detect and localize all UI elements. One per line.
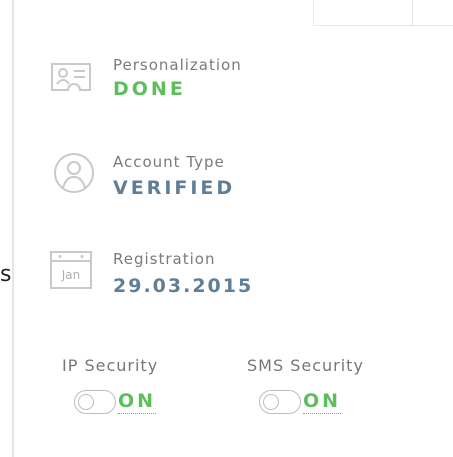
ip-security-toggle[interactable]: [74, 390, 116, 414]
id-card-icon: [48, 52, 94, 98]
sms-security-toggle[interactable]: [259, 390, 301, 414]
toggle-knob: [78, 394, 94, 410]
top-tab-bar: [313, 0, 453, 26]
sms-security-state[interactable]: ON: [303, 390, 342, 414]
sms-security-setting: SMS Security ON: [247, 356, 364, 414]
ip-security-state[interactable]: ON: [118, 390, 157, 414]
svg-text:Jan: Jan: [61, 268, 81, 282]
personalization-value: DONE: [113, 78, 186, 100]
account-type-value: VERIFIED: [113, 177, 236, 199]
user-circle-icon: [48, 150, 94, 196]
tab-separator: [412, 0, 413, 26]
account-type-label: Account Type: [113, 153, 225, 171]
panel-divider: [12, 0, 14, 457]
registration-date: 29.03.2015: [113, 275, 254, 297]
personalization-label: Personalization: [113, 56, 242, 74]
calendar-icon: Jan: [48, 248, 94, 294]
ip-security-setting: IP Security ON: [62, 356, 159, 414]
toggle-knob: [263, 394, 279, 410]
registration-label: Registration: [113, 250, 216, 268]
ip-security-label: IP Security: [62, 356, 159, 375]
clipped-text-fragment: s: [0, 262, 12, 287]
sms-security-label: SMS Security: [247, 356, 364, 375]
